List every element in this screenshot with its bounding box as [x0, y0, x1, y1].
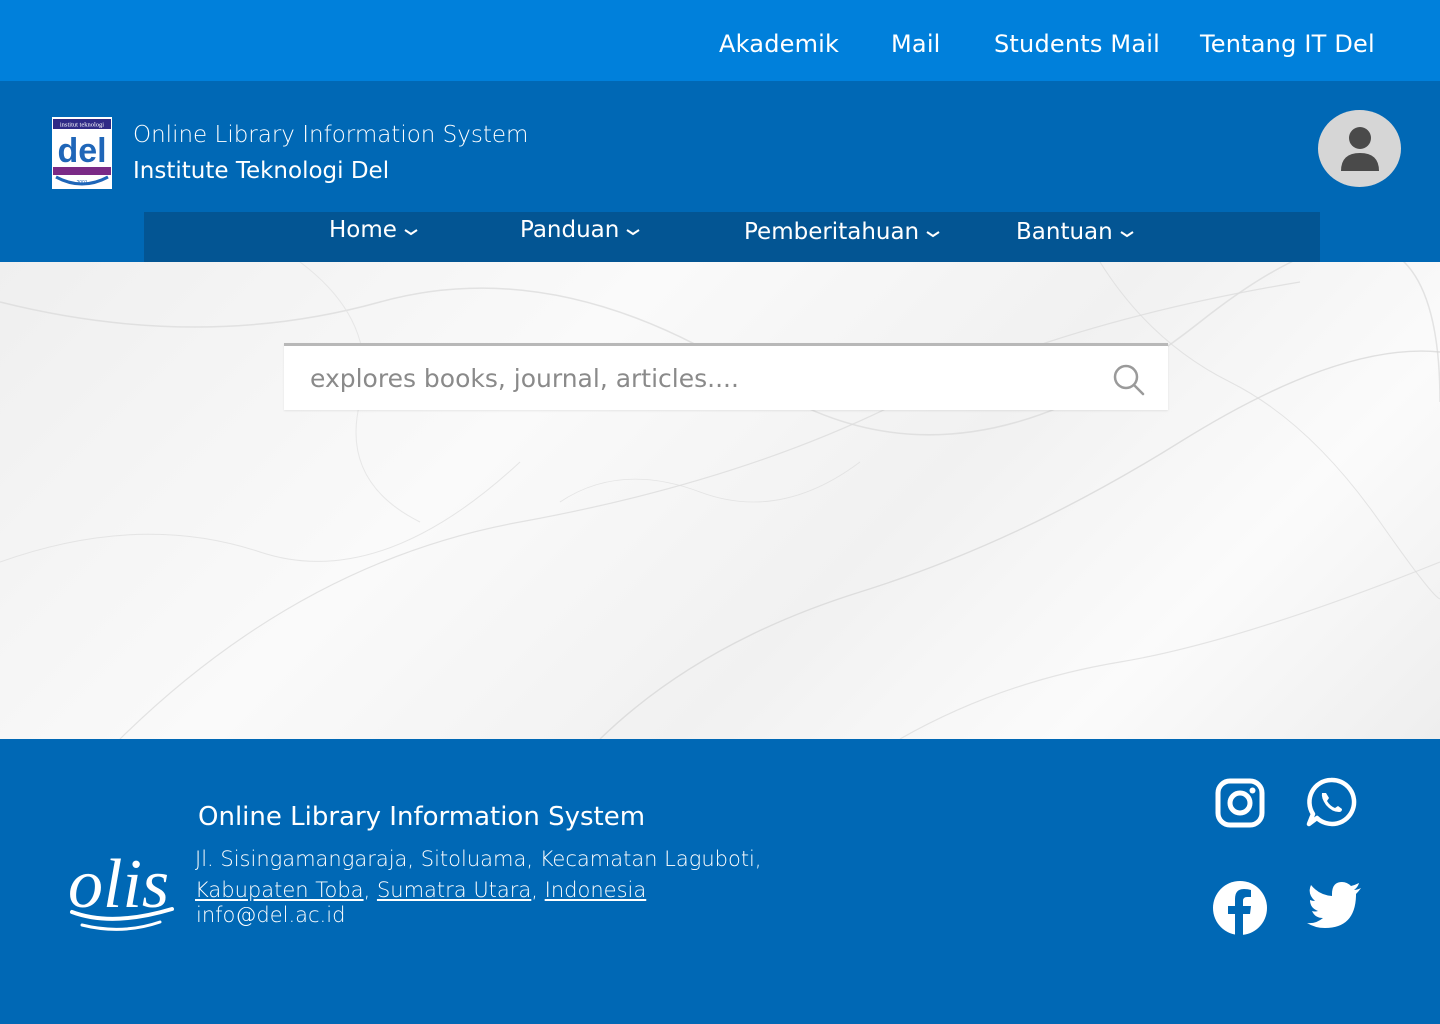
chevron-down-icon [626, 229, 640, 236]
chevron-down-icon [404, 229, 418, 236]
separator: , [363, 878, 371, 902]
user-avatar-button[interactable] [1318, 110, 1401, 187]
site-footer: olis Online Library Information System J… [0, 739, 1440, 1024]
svg-text:2001: 2001 [76, 180, 87, 186]
search-icon[interactable] [1110, 361, 1148, 399]
user-avatar-icon [1340, 126, 1379, 171]
topbar-link-akademik[interactable]: Akademik [719, 30, 839, 58]
nav-item-panduan[interactable]: Panduan [520, 217, 641, 243]
separator: , [531, 878, 538, 902]
topbar-link-mail[interactable]: Mail [891, 30, 941, 58]
nav-item-label: Pemberitahuan [744, 219, 920, 245]
site-subtitle: Online Library Information System [133, 122, 529, 148]
chevron-down-icon [1120, 231, 1134, 238]
olis-logo: olis [68, 846, 174, 931]
facebook-icon[interactable] [1212, 880, 1268, 936]
marble-background [0, 262, 1440, 739]
instagram-icon[interactable] [1215, 778, 1265, 828]
top-bar: Akademik Mail Students Mail Tentang IT D… [0, 0, 1440, 81]
twitter-icon[interactable] [1307, 882, 1363, 932]
chevron-down-icon [926, 231, 940, 238]
link-sumatra-utara[interactable]: Sumatra Utara [377, 878, 531, 902]
svg-text:del: del [57, 132, 106, 170]
footer-email: info@del.ac.id [196, 903, 346, 927]
footer-title: Online Library Information System [198, 802, 646, 832]
topbar-link-tentang-it-del[interactable]: Tentang IT Del [1200, 30, 1375, 58]
nav-item-bantuan[interactable]: Bantuan [1016, 219, 1135, 245]
nav-item-pemberitahuan[interactable]: Pemberitahuan [744, 219, 941, 245]
link-indonesia[interactable]: Indonesia [545, 878, 647, 902]
nav-item-label: Bantuan [1016, 219, 1113, 245]
main-nav: Home Panduan Pemberitahuan Bantuan [144, 212, 1320, 262]
hero-search-section [0, 262, 1440, 739]
search-input[interactable] [284, 346, 1084, 410]
link-kabupaten-toba[interactable]: Kabupaten Toba [195, 878, 364, 902]
nav-item-home[interactable]: Home [329, 217, 419, 243]
footer-location-links: Kabupaten Toba, Sumatra Utara, Indonesia [195, 878, 646, 902]
nav-item-label: Home [329, 217, 397, 243]
footer-address: Jl. Sisingamangaraja, Sitoluama, Kecamat… [195, 847, 762, 871]
svg-text:institut teknologi: institut teknologi [60, 122, 104, 129]
whatsapp-icon[interactable] [1305, 776, 1357, 828]
site-header: institut teknologi del 2001 Online Libra… [0, 81, 1440, 262]
site-title: Institute Teknologi Del [133, 158, 390, 184]
search-bar [284, 343, 1168, 410]
svg-text:olis: olis [68, 846, 169, 923]
del-logo[interactable]: institut teknologi del 2001 [52, 117, 112, 189]
nav-item-label: Panduan [520, 217, 620, 243]
topbar-link-students-mail[interactable]: Students Mail [994, 30, 1160, 58]
